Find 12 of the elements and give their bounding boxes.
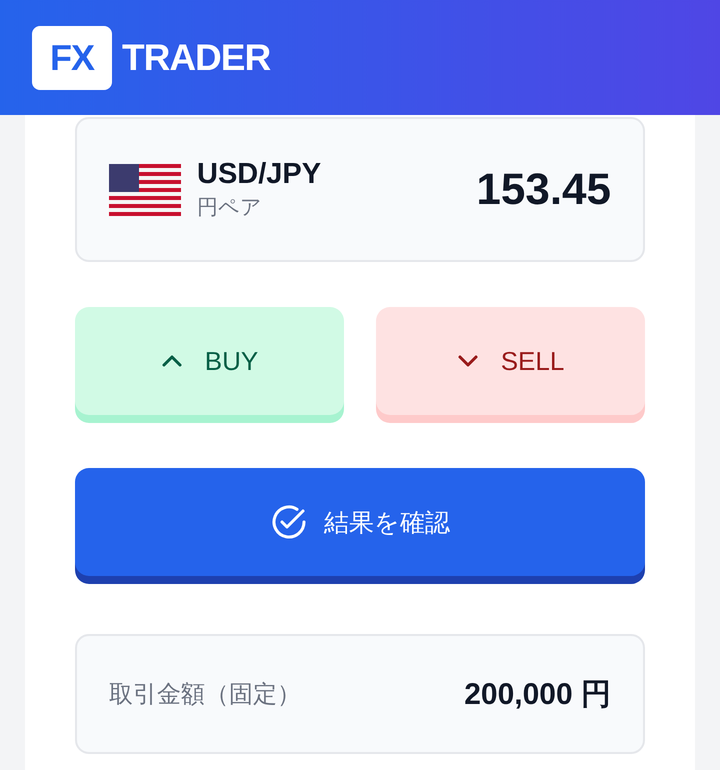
confirm-button[interactable]: 結果を確認 [75, 468, 645, 576]
logo-mark: FX [32, 26, 112, 90]
currency-pair: USD/JPY [197, 158, 322, 191]
buy-button[interactable]: BUY [75, 307, 344, 415]
amount-label: 取引金額（固定） [109, 680, 301, 710]
flag-icon [109, 164, 181, 216]
pair-subtitle: 円ペア [197, 195, 263, 221]
check-circle-icon [270, 503, 308, 541]
sell-button[interactable]: SELL [376, 307, 645, 415]
amount-value: 200,000 円 [464, 676, 611, 712]
price-value: 153.45 [476, 164, 611, 214]
logo-text: TRADER [122, 36, 270, 78]
